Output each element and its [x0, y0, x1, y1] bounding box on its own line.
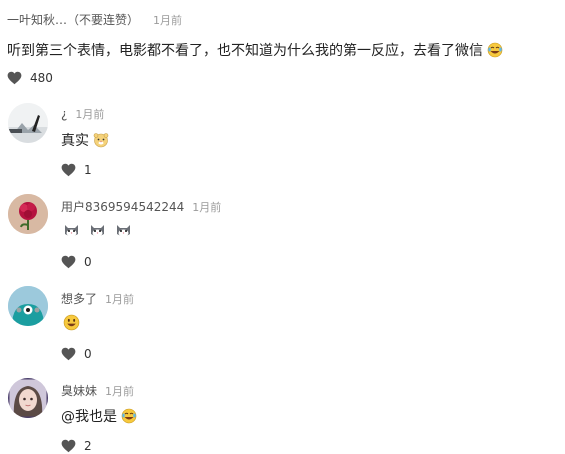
like-count: 0	[84, 255, 92, 269]
heart-icon[interactable]	[61, 163, 76, 177]
comment-header: 一叶知秋…（不要连赞） 1月前	[7, 11, 182, 28]
reply-author-name[interactable]: ¿	[61, 107, 67, 121]
reply-text: 真实	[61, 130, 109, 150]
avatar[interactable]	[8, 378, 48, 418]
reply-header: 臭妹妹 1月前	[61, 382, 134, 399]
hamster-face-emoji-icon	[94, 133, 109, 148]
reply-like[interactable]: 1	[61, 162, 92, 178]
avatar[interactable]	[8, 103, 48, 143]
comment-like[interactable]: 480	[7, 70, 53, 86]
reply-time: 1月前	[192, 201, 222, 214]
heart-icon[interactable]	[61, 255, 76, 269]
reply-text	[63, 314, 80, 335]
laughing-tears-emoji-icon	[122, 408, 137, 424]
reply-header: ¿ 1月前	[61, 106, 104, 122]
reply-time: 1月前	[105, 293, 135, 306]
avatar-landscape-icon	[8, 103, 48, 143]
like-count: 480	[30, 71, 53, 85]
like-count: 2	[84, 439, 92, 453]
cat-face-emoji-icon	[65, 225, 78, 237]
reply-time: 1月前	[75, 108, 105, 121]
avatar-teal-monster-icon	[8, 286, 48, 326]
reply-text	[63, 222, 132, 238]
avatar[interactable]	[8, 194, 48, 234]
smiley-emoji-icon	[63, 314, 80, 331]
avatar[interactable]	[8, 286, 48, 326]
reply-like[interactable]: 0	[61, 346, 92, 362]
reply-text: @我也是	[61, 406, 137, 426]
reply-author-name[interactable]: 想多了	[61, 290, 97, 307]
like-count: 0	[84, 347, 92, 361]
laughing-tears-emoji-icon	[488, 42, 503, 58]
reply-text-body: @我也是	[61, 409, 117, 425]
comment-text-body: 听到第三个表情，电影都不看了，也不知道为什么我的第一反应，去看了微信	[7, 43, 483, 59]
avatar-portrait-icon	[8, 378, 48, 418]
cat-face-emoji-icon	[91, 225, 104, 237]
heart-icon[interactable]	[61, 347, 76, 361]
like-count: 1	[84, 163, 92, 177]
heart-icon[interactable]	[7, 71, 22, 85]
reply-text-body: 真实	[61, 133, 89, 149]
reply-header: 用户8369594542244 1月前	[61, 198, 221, 215]
reply-like[interactable]: 0	[61, 254, 92, 270]
comment-time: 1月前	[153, 14, 183, 27]
heart-icon[interactable]	[61, 439, 76, 453]
reply-time: 1月前	[105, 385, 135, 398]
reply-header: 想多了 1月前	[61, 290, 134, 307]
cat-face-emoji-icon	[117, 225, 130, 237]
reply-author-name[interactable]: 用户8369594542244	[61, 198, 184, 215]
avatar-red-flower-icon	[8, 194, 48, 234]
comment-text: 听到第三个表情，电影都不看了，也不知道为什么我的第一反应，去看了微信	[7, 40, 503, 60]
comment-author-name[interactable]: 一叶知秋…（不要连赞）	[7, 11, 139, 28]
reply-author-name[interactable]: 臭妹妹	[61, 382, 97, 399]
